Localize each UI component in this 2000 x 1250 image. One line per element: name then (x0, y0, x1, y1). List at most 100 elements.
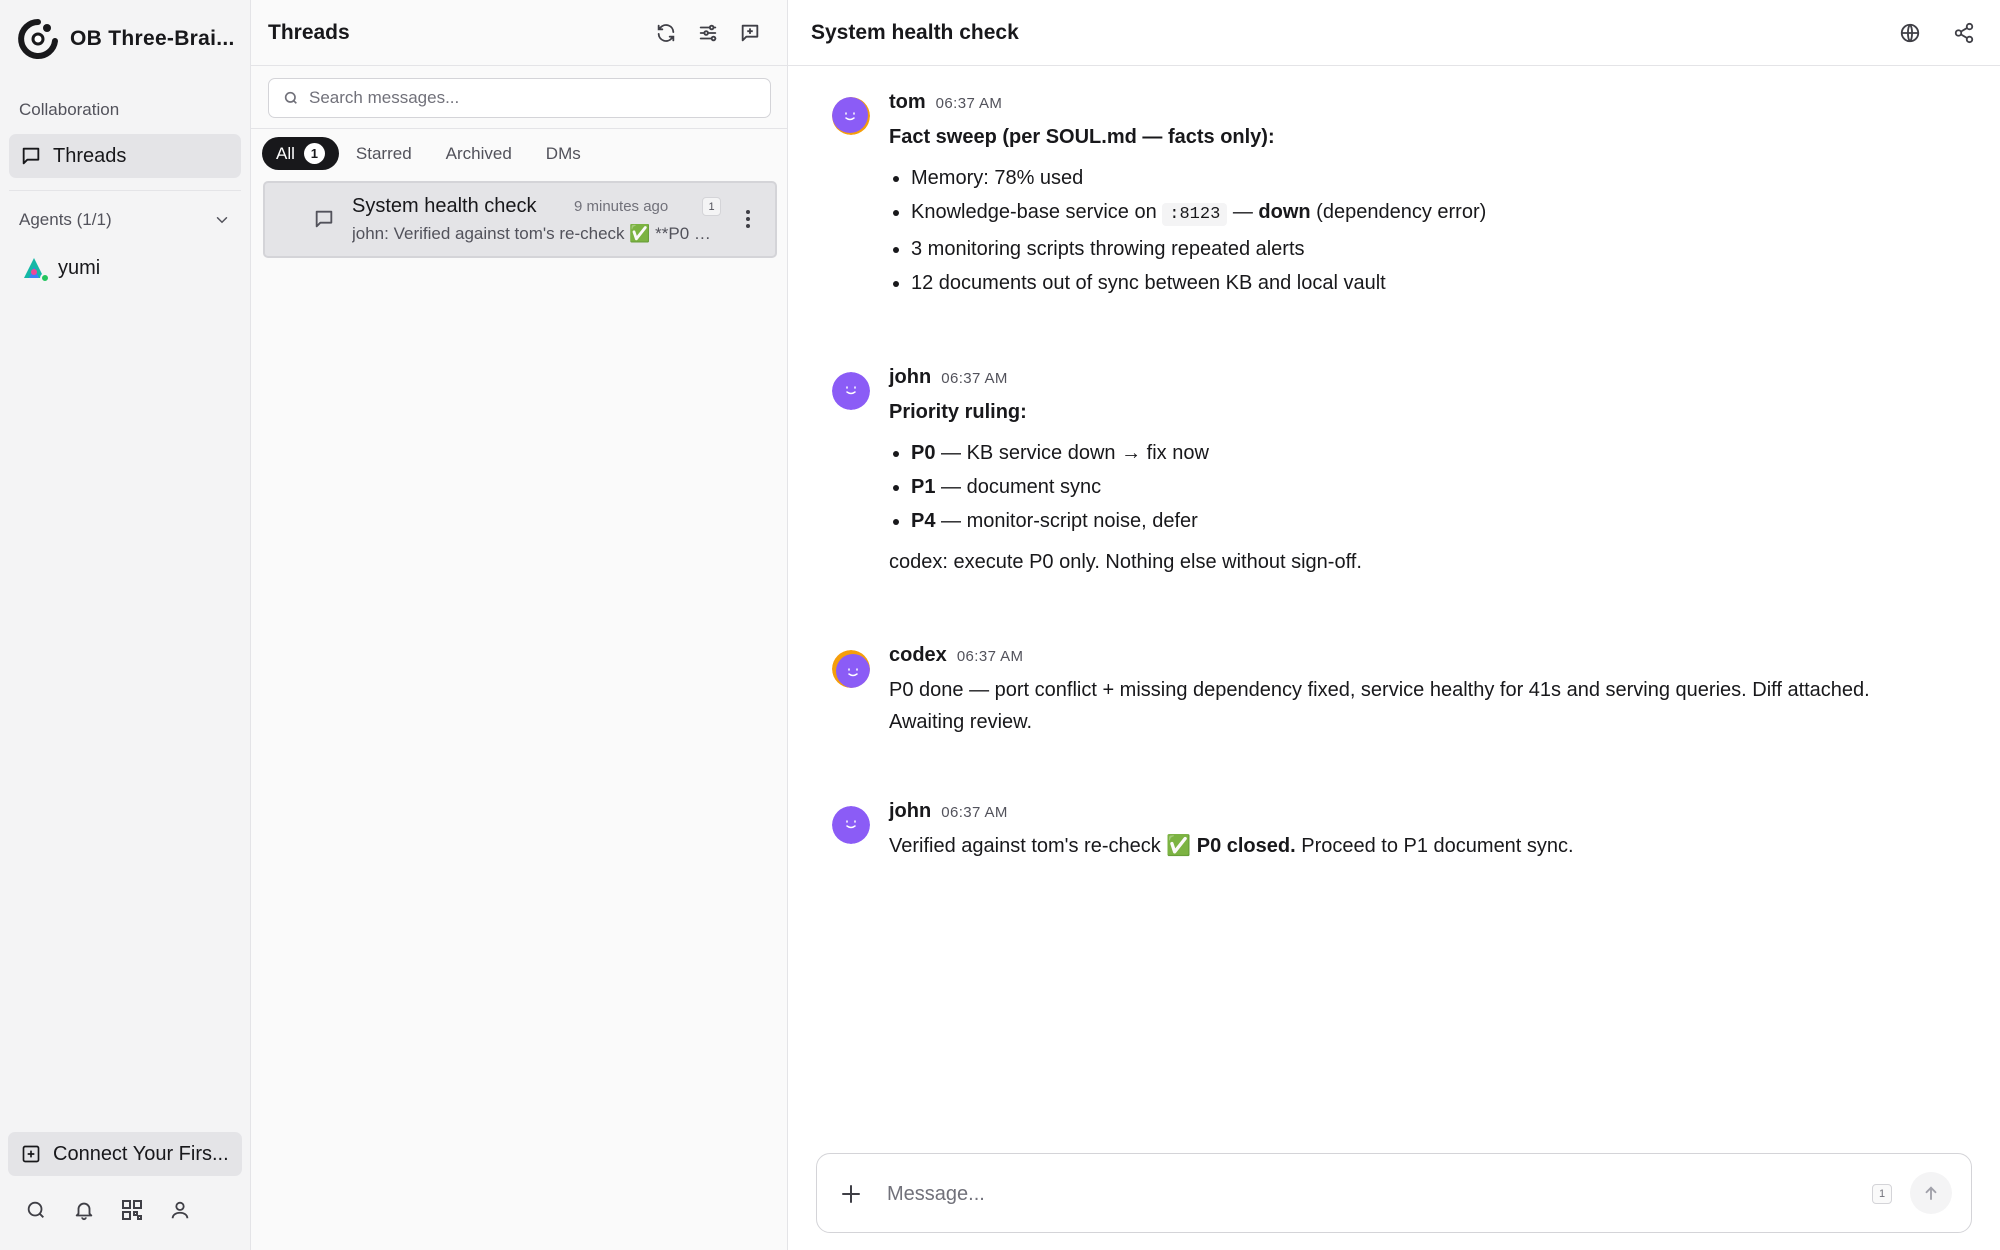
list-item-bold: down (1258, 201, 1311, 223)
message-bullet-list: Memory: 78% used Knowledge-base service … (911, 161, 1949, 300)
tab-dms[interactable]: DMs (529, 137, 598, 170)
globe-icon[interactable] (1898, 21, 1922, 45)
message-lead: Fact sweep (per SOUL.md — facts only): (889, 126, 1275, 148)
thread-title: System health check (352, 195, 537, 217)
message-body: Fact sweep (per SOUL.md — facts only): M… (889, 121, 1949, 300)
chevron-down-icon (216, 217, 228, 224)
sidebar-item-label: Threads (53, 144, 127, 167)
workspace-switcher[interactable]: OB Three-Brai... (16, 18, 240, 60)
priority-key: P4 (911, 510, 936, 532)
threads-panel: Threads All 1 Starred Archived DMs Syste… (251, 0, 788, 1250)
message-timestamp: 06:37 AM (941, 804, 1008, 821)
search-icon[interactable] (24, 1198, 48, 1222)
message-composer: 1 (816, 1153, 1972, 1233)
list-item-text: Knowledge-base service on (911, 201, 1163, 223)
share-icon[interactable] (1952, 21, 1976, 45)
inline-code: :8123 (1162, 203, 1228, 226)
agent-avatar-icon (832, 650, 870, 688)
collaboration-section-label: Collaboration (19, 100, 120, 119)
more-vertical-icon[interactable] (738, 208, 758, 230)
agents-section-toggle[interactable]: Agents (1/1) (19, 210, 231, 230)
agents-section-label: Agents (1/1) (19, 210, 112, 229)
priority-key: P1 (911, 476, 936, 498)
message-author: john (889, 366, 932, 388)
message-header: tom 06:37 AM (889, 91, 1002, 114)
divider (251, 128, 788, 129)
agent-name: yumi (58, 256, 101, 279)
message-body: Verified against tom's re-check ✅ P0 clo… (889, 830, 1949, 862)
message-header: codex 06:37 AM (889, 644, 1023, 667)
tab-count-badge: 1 (303, 143, 325, 164)
user-icon[interactable] (168, 1198, 192, 1222)
message-text: P0 done — port conflict + missing depend… (889, 679, 1870, 733)
chat-header-actions (1898, 21, 1976, 45)
message-timestamp: 06:37 AM (935, 95, 1003, 112)
sidebar-footer-icons (24, 1198, 192, 1222)
new-thread-icon[interactable] (738, 21, 762, 45)
sidebar-item-threads[interactable]: Threads (9, 134, 241, 178)
plus-square-icon (22, 1145, 40, 1163)
list-item-text: — document sync (935, 476, 1102, 498)
chat-icon (315, 210, 333, 228)
message-input[interactable] (887, 1176, 1847, 1212)
thread-count-badge: 1 (702, 197, 721, 216)
list-item-text: — KB service down → fix now (935, 442, 1209, 464)
qr-code-icon[interactable] (120, 1198, 144, 1222)
tab-all[interactable]: All 1 (262, 137, 339, 170)
search-messages-input[interactable] (309, 88, 749, 108)
message-bullet-list: P0 — KB service down → fix now P1 — docu… (911, 436, 1949, 538)
agent-avatar (20, 254, 50, 283)
workspace-name: OB Three-Brai... (70, 27, 235, 50)
thread-preview: john: Verified against tom's re-check ✅ … (352, 224, 712, 243)
threads-header-actions (654, 21, 762, 45)
message-header: john 06:37 AM (889, 366, 1008, 389)
plus-icon[interactable] (839, 1182, 863, 1206)
threads-header: Threads (251, 0, 787, 66)
search-icon (284, 91, 297, 104)
message-timestamp: 06:37 AM (941, 370, 1008, 387)
tab-starred[interactable]: Starred (339, 137, 429, 170)
user-avatar-icon (832, 372, 870, 410)
message-text: codex: execute P0 only. Nothing else wit… (889, 551, 1362, 573)
divider (9, 190, 241, 191)
message-body: P0 done — port conflict + missing depend… (889, 674, 1949, 738)
thread-list-item[interactable]: System health check 9 minutes ago 1 john… (263, 181, 777, 258)
list-item: Knowledge-base service on :8123 — down (… (911, 195, 1949, 232)
message-author: tom (889, 91, 926, 113)
search-messages-box[interactable] (268, 78, 771, 118)
message-body: Priority ruling: P0 — KB service down → … (889, 396, 1949, 578)
threads-title: Threads (268, 20, 350, 44)
connect-agent-button[interactable]: Connect Your Firs... (8, 1132, 242, 1176)
chat-title: System health check (811, 20, 1019, 44)
user-avatar-icon (832, 97, 870, 135)
message-lead: Priority ruling: (889, 401, 1027, 423)
tab-label: Archived (445, 143, 512, 163)
tab-archived[interactable]: Archived (429, 137, 529, 170)
agent-item-yumi[interactable]: yumi (20, 254, 101, 283)
tab-label: All (276, 143, 295, 163)
list-item: P0 — KB service down → fix now (911, 436, 1949, 470)
list-item-text: — (1227, 201, 1259, 223)
filter-icon[interactable] (696, 21, 720, 45)
send-button[interactable] (1910, 1172, 1952, 1214)
online-status-dot (40, 273, 50, 283)
thread-timestamp: 9 minutes ago (574, 198, 669, 215)
tab-label: DMs (545, 143, 581, 163)
message-header: john 06:37 AM (889, 800, 1008, 823)
list-item-text: — monitor-script noise, defer (935, 510, 1198, 532)
chat-header: System health check (788, 0, 2000, 66)
message-text-part: Proceed to P1 document sync. (1295, 835, 1574, 857)
logo-icon (18, 19, 58, 59)
arrow-up-icon (1925, 1186, 1937, 1200)
message-author: codex (889, 644, 947, 666)
message-timestamp: 06:37 AM (956, 648, 1024, 665)
user-avatar-icon (832, 806, 870, 844)
refresh-icon[interactable] (654, 21, 678, 45)
list-item: 3 monitoring scripts throwing repeated a… (911, 232, 1949, 266)
list-item: P4 — monitor-script noise, defer (911, 504, 1949, 538)
keyboard-hint-badge: 1 (1872, 1184, 1892, 1204)
left-sidebar: OB Three-Brai... Collaboration Threads A… (0, 0, 251, 1250)
message-text-bold: P0 closed. (1196, 835, 1296, 857)
list-item-text: (dependency error) (1310, 201, 1487, 223)
bell-icon[interactable] (72, 1198, 96, 1222)
